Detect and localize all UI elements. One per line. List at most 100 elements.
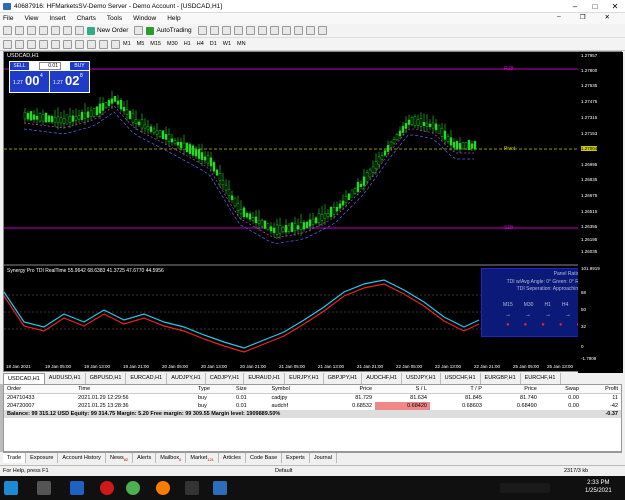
meta-editor-icon[interactable]: [134, 26, 144, 35]
trendline-icon[interactable]: [51, 39, 60, 49]
chart-tab[interactable]: USDCHF,H1: [441, 373, 481, 384]
timeframe-w1[interactable]: W1: [223, 41, 231, 47]
fibonacci-icon[interactable]: [75, 39, 84, 49]
buy-button[interactable]: BUY: [70, 62, 89, 70]
menu-file[interactable]: File: [3, 15, 13, 22]
chrome-icon[interactable]: [126, 481, 140, 495]
zoom-out-icon[interactable]: [245, 26, 255, 35]
autoscroll-icon[interactable]: [269, 26, 279, 35]
col-sl[interactable]: S / L: [375, 385, 430, 394]
col-profit[interactable]: Profit: [581, 385, 621, 394]
autotrading-button[interactable]: AutoTrading: [146, 26, 192, 35]
opera-icon[interactable]: [100, 481, 114, 495]
chart-tab[interactable]: AUDUSD,H1: [45, 373, 86, 384]
tab-exposure[interactable]: Exposure: [26, 453, 59, 463]
col-time[interactable]: Time: [75, 385, 195, 394]
menu-insert[interactable]: Insert: [49, 15, 65, 22]
chart-tab[interactable]: AUDCHF,H1: [362, 373, 403, 384]
timeframe-m5[interactable]: M5: [137, 41, 145, 47]
menu-tools[interactable]: Tools: [107, 15, 122, 22]
channel-icon[interactable]: [63, 39, 72, 49]
windows-start-icon[interactable]: [4, 481, 18, 495]
tab-code-base[interactable]: Code Base: [246, 453, 283, 463]
horizontal-line-icon[interactable]: [39, 39, 48, 49]
indicators-icon[interactable]: [293, 26, 303, 35]
menu-charts[interactable]: Charts: [77, 15, 96, 22]
tab-experts[interactable]: Experts: [282, 453, 310, 463]
arrows-icon[interactable]: [111, 39, 120, 49]
crosshair-icon[interactable]: [15, 39, 24, 49]
maximize-button[interactable]: □: [585, 0, 605, 13]
menu-help[interactable]: Help: [167, 15, 180, 22]
tab-mailbox[interactable]: Mailbox6: [156, 453, 187, 463]
sell-button[interactable]: SELL: [10, 62, 29, 70]
timeframe-h4[interactable]: H4: [197, 41, 204, 47]
tile-windows-icon[interactable]: [257, 26, 267, 35]
text-icon[interactable]: [87, 39, 96, 49]
col-open-price[interactable]: Price: [320, 385, 376, 394]
col-price[interactable]: Price: [484, 385, 540, 394]
firefox-icon[interactable]: [156, 481, 170, 495]
candlestick-icon[interactable]: [209, 26, 219, 35]
menu-window[interactable]: Window: [133, 15, 156, 22]
chart-tab[interactable]: USDCAD,H1: [3, 373, 45, 384]
cursor-icon[interactable]: [3, 39, 12, 49]
col-symbol[interactable]: Symbol: [268, 385, 321, 394]
chart-window[interactable]: USDCAD,H1 SELL 0.01 BUY 1.27 00 4 1.27 0…: [3, 51, 623, 373]
tab-trade[interactable]: Trade: [3, 453, 27, 463]
tab-articles[interactable]: Articles: [219, 453, 246, 463]
terminal-icon[interactable]: [63, 26, 72, 35]
mdi-restore-button[interactable]: ❐: [580, 13, 586, 21]
table-row[interactable]: 204710433 2021.01.29 12:29:56 buy 0.01 c…: [4, 394, 621, 403]
table-row[interactable]: 204720007 2021.01.25 13:28:36 buy 0.01 a…: [4, 402, 621, 410]
chart-tab[interactable]: GBPUSD,H1: [86, 373, 127, 384]
col-order[interactable]: Order: [4, 385, 76, 394]
chart-tab[interactable]: EURCHF,H1: [521, 373, 561, 384]
close-button[interactable]: ✕: [605, 0, 625, 13]
chart-tab[interactable]: GBPJPY,H1: [324, 373, 363, 384]
tab-account-history[interactable]: Account History: [58, 453, 106, 463]
chart-tab[interactable]: USDJPY,H1: [402, 373, 441, 384]
label-icon[interactable]: [99, 39, 108, 49]
col-tp[interactable]: T / P: [429, 385, 485, 394]
tab-market[interactable]: Market121: [186, 453, 219, 463]
system-tray[interactable]: [500, 483, 550, 493]
timeframe-mn[interactable]: MN: [237, 41, 246, 47]
tab-journal[interactable]: Journal: [310, 453, 337, 463]
navigator-icon[interactable]: [51, 26, 60, 35]
line-chart-icon[interactable]: [221, 26, 231, 35]
minimize-button[interactable]: –: [565, 0, 585, 13]
file-explorer-icon[interactable]: [37, 481, 51, 495]
data-window-icon[interactable]: [39, 26, 48, 35]
chart-tab[interactable]: EURGBP,H1: [481, 373, 521, 384]
timeframe-m30[interactable]: M30: [167, 41, 178, 47]
col-type[interactable]: Type: [194, 385, 234, 394]
new-chart-icon[interactable]: [3, 26, 12, 35]
periods-icon[interactable]: [305, 26, 315, 35]
templates-icon[interactable]: [317, 26, 327, 35]
menu-view[interactable]: View: [24, 15, 38, 22]
chart-tab[interactable]: CADJPY,H1: [206, 373, 245, 384]
lot-size-input[interactable]: 0.01: [39, 62, 61, 70]
tab-alerts[interactable]: Alerts: [133, 453, 157, 463]
chart-tab[interactable]: AUDJPY,H1: [167, 373, 206, 384]
timeframe-d1[interactable]: D1: [210, 41, 217, 47]
profiles-icon[interactable]: [15, 26, 24, 35]
metatrader-icon[interactable]: [213, 481, 227, 495]
timeframe-m1[interactable]: M1: [123, 41, 131, 47]
mdi-minimize-button[interactable]: –: [557, 13, 561, 21]
tester-icon[interactable]: [75, 26, 84, 35]
chart-shift-icon[interactable]: [281, 26, 291, 35]
col-size[interactable]: Size: [233, 385, 269, 394]
zoom-in-icon[interactable]: [233, 26, 243, 35]
mdi-close-button[interactable]: ✕: [605, 13, 610, 21]
media-icon[interactable]: [185, 481, 199, 495]
chart-tab[interactable]: EURCAD,H1: [126, 373, 168, 384]
tab-news[interactable]: News82: [106, 453, 134, 463]
chart-tab[interactable]: EURJPY,H1: [285, 373, 324, 384]
timeframe-m15[interactable]: M15: [150, 41, 161, 47]
new-order-button[interactable]: New Order: [87, 26, 128, 35]
vertical-line-icon[interactable]: [27, 39, 36, 49]
market-watch-icon[interactable]: [27, 26, 36, 35]
col-swap[interactable]: Swap: [539, 385, 582, 394]
